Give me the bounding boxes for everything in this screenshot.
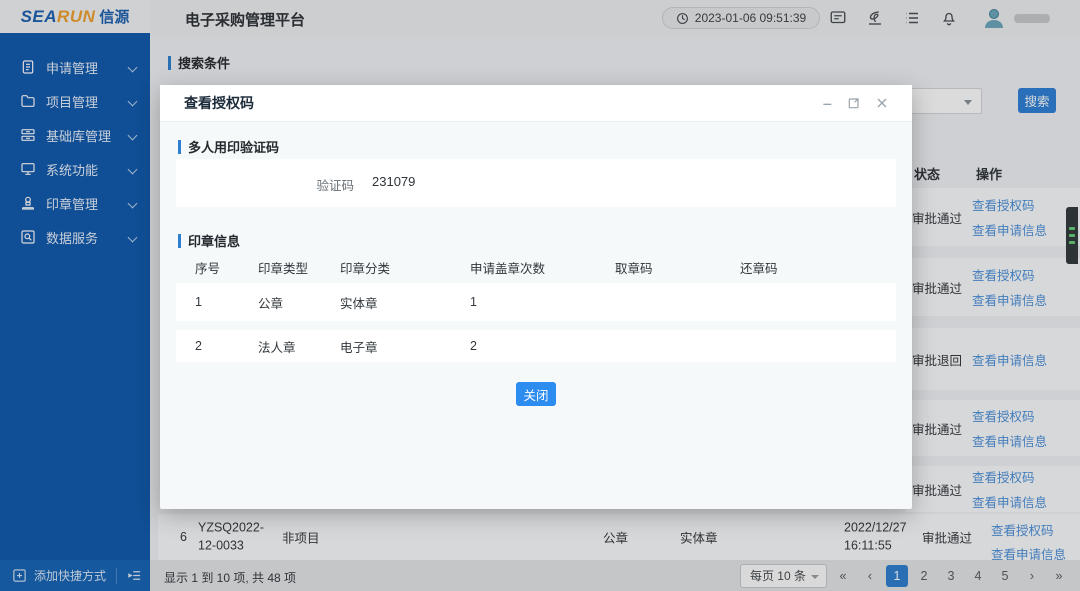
- cell-stamp-count: 1: [470, 295, 615, 309]
- table-row: 1 公章 实体章 1: [176, 283, 896, 321]
- minimize-icon[interactable]: [820, 95, 836, 111]
- section-accent-bar: [178, 234, 181, 248]
- seal-info-section-title: 印章信息: [178, 231, 240, 250]
- close-button[interactable]: 关闭: [516, 382, 556, 406]
- col-header-seal-class: 印章分类: [340, 258, 470, 277]
- verification-section-title: 多人用印验证码: [178, 137, 279, 156]
- col-header-seal-type: 印章类型: [258, 258, 340, 277]
- col-header-return-code: 还章码: [740, 258, 896, 277]
- cell-no: 2: [195, 339, 258, 353]
- view-auth-code-dialog: 查看授权码 多人用印验证码 验证码 231079 印章信息 序号 印章类型 印章…: [160, 85, 912, 509]
- col-header-take-code: 取章码: [615, 258, 740, 277]
- table-header-row: 序号 印章类型 印章分类 申请盖章次数 取章码 还章码: [176, 253, 896, 281]
- cell-seal-class: 电子章: [340, 337, 470, 356]
- verification-field-box: 验证码 231079: [176, 159, 896, 207]
- cell-seal-type: 公章: [258, 293, 340, 312]
- seal-info-section-label: 印章信息: [188, 231, 240, 250]
- dialog-title: 查看授权码: [184, 93, 254, 113]
- maximize-icon[interactable]: [846, 95, 862, 111]
- cell-seal-class: 实体章: [340, 293, 470, 312]
- verification-code-label: 验证码: [176, 175, 354, 194]
- col-header-stamp-count: 申请盖章次数: [470, 258, 615, 277]
- cell-no: 1: [195, 295, 258, 309]
- dialog-header: 查看授权码: [160, 85, 912, 122]
- close-icon[interactable]: [874, 95, 890, 111]
- verification-code-value: 231079: [372, 174, 415, 189]
- side-float-widget[interactable]: [1066, 207, 1078, 264]
- cell-stamp-count: 2: [470, 339, 615, 353]
- cell-seal-type: 法人章: [258, 337, 340, 356]
- col-header-no: 序号: [195, 258, 258, 277]
- verification-section-label: 多人用印验证码: [188, 137, 279, 156]
- section-accent-bar: [178, 140, 181, 154]
- seal-info-table: 序号 印章类型 印章分类 申请盖章次数 取章码 还章码 1 公章 实体章 1 2…: [176, 253, 896, 362]
- table-row: 2 法人章 电子章 2: [176, 330, 896, 362]
